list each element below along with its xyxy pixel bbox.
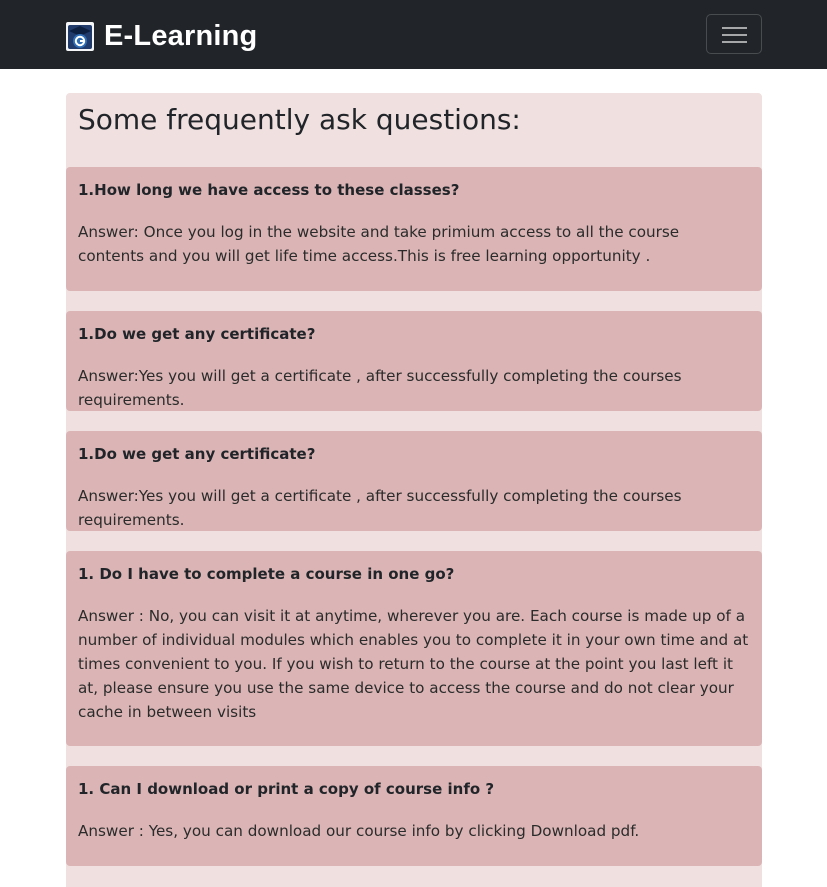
- faq-section: Some frequently ask questions: 1.How lon…: [66, 93, 762, 887]
- faq-question: 1.Do we get any certificate?: [78, 325, 316, 343]
- faq-answer: Answer: Once you log in the website and …: [78, 223, 680, 265]
- faq-card: 1.Do we get any certificate? Answer:Yes …: [66, 431, 762, 531]
- faq-card: 1.Do we get any certificate? Answer:Yes …: [66, 311, 762, 411]
- brand-name: E-Learning: [104, 20, 258, 52]
- faq-answer: Answer : No, you can visit it at anytime…: [78, 607, 749, 721]
- hamburger-bar: [722, 34, 747, 36]
- navbar: E-Learning: [0, 0, 827, 69]
- brand-link[interactable]: E-Learning: [66, 20, 257, 52]
- faq-question: 1. Can I download or print a copy of cou…: [78, 780, 495, 798]
- navbar-toggler-button[interactable]: [706, 14, 762, 54]
- faq-answer: Answer : Yes, you can download our cours…: [78, 822, 640, 840]
- faq-card: 1. Can I download or print a copy of cou…: [66, 766, 762, 866]
- hamburger-bar: [722, 41, 747, 43]
- faq-card: 1.How long we have access to these class…: [66, 167, 762, 291]
- faq-question: 1.Do we get any certificate?: [78, 445, 316, 463]
- faq-card: 1. Do I have to complete a course in one…: [66, 551, 762, 746]
- faq-heading: Some frequently ask questions:: [78, 103, 521, 136]
- faq-question: 1. Do I have to complete a course in one…: [78, 565, 455, 583]
- faq-question: 1.How long we have access to these class…: [78, 181, 460, 199]
- faq-answer: Answer:Yes you will get a certificate , …: [78, 367, 682, 409]
- graduation-cap-logo-icon: [66, 21, 94, 51]
- hamburger-menu-icon: [722, 27, 747, 29]
- faq-answer: Answer:Yes you will get a certificate , …: [78, 487, 682, 529]
